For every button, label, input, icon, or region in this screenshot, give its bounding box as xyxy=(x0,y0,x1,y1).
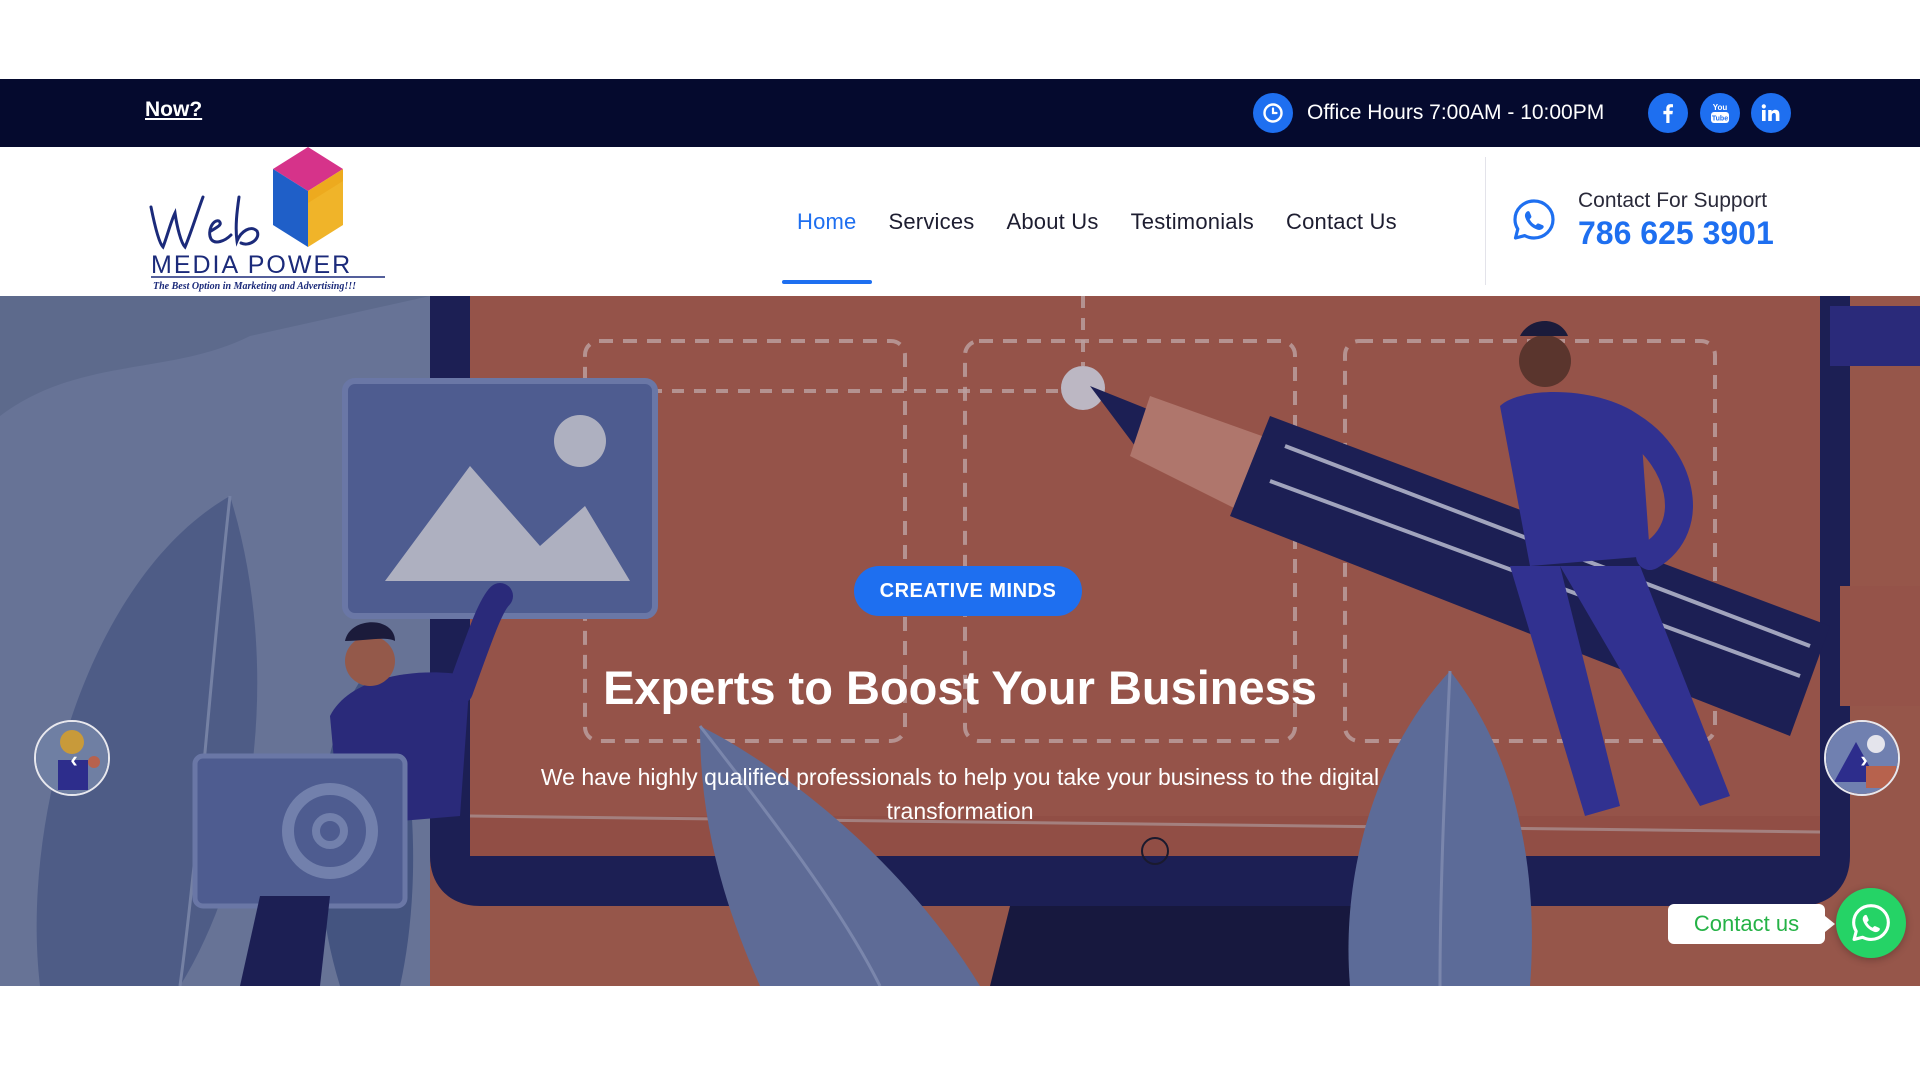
hero-overlay xyxy=(0,296,1920,986)
site-header: MEDIA POWER The Best Option in Marketing… xyxy=(0,147,1920,296)
nav-home[interactable]: Home xyxy=(782,147,871,296)
support-phone-link[interactable]: 786 625 3901 xyxy=(1578,215,1774,252)
site-logo[interactable]: MEDIA POWER The Best Option in Marketing… xyxy=(145,147,390,293)
whatsapp-float-button[interactable] xyxy=(1836,888,1906,958)
svg-text:Tube: Tube xyxy=(1712,116,1728,123)
svg-text:You: You xyxy=(1713,103,1728,112)
slider-prev-button[interactable]: ‹ xyxy=(34,720,110,796)
chevron-right-icon: › xyxy=(1860,747,1868,772)
hero-title: Experts to Boost Your Business xyxy=(603,661,1317,714)
whatsapp-icon[interactable] xyxy=(1511,197,1557,243)
nav-contact-us[interactable]: Contact Us xyxy=(1286,147,1397,296)
nav-testimonials[interactable]: Testimonials xyxy=(1131,147,1254,296)
hero-subtitle: We have highly qualified professionals t… xyxy=(540,764,1380,824)
contact-us-tooltip[interactable]: Contact us xyxy=(1668,904,1835,944)
top-bar: Now? Office Hours 7:00AM - 10:00PM You T… xyxy=(0,79,1920,147)
page: Now? Office Hours 7:00AM - 10:00PM You T… xyxy=(0,0,1920,1080)
main-nav: Home Services About Us Testimonials Cont… xyxy=(782,147,1429,296)
logo-tagline: The Best Option in Marketing and Adverti… xyxy=(153,281,356,292)
office-hours-text: Office Hours 7:00AM - 10:00PM xyxy=(1307,101,1605,124)
hero-slider: CREATIVE MINDS Experts to Boost Your Bus… xyxy=(0,296,1920,986)
hero-badge: CREATIVE MINDS xyxy=(854,566,1082,616)
support-label: Contact For Support xyxy=(1578,189,1768,212)
office-hours: Office Hours 7:00AM - 10:00PM xyxy=(1253,91,1604,135)
slider-dot[interactable] xyxy=(1141,837,1169,865)
facebook-icon[interactable] xyxy=(1648,93,1688,133)
header-divider xyxy=(1485,157,1486,285)
slider-next-button[interactable]: › xyxy=(1824,720,1900,796)
chevron-left-icon: ‹ xyxy=(70,747,78,772)
logo-brand-text: MEDIA POWER xyxy=(151,251,352,279)
nav-services[interactable]: Services xyxy=(889,147,975,296)
linkedin-icon[interactable] xyxy=(1751,93,1791,133)
topbar-now-link[interactable]: Now? xyxy=(145,98,202,122)
whatsapp-icon xyxy=(1852,904,1890,941)
nav-about-us[interactable]: About Us xyxy=(1006,147,1098,296)
youtube-icon[interactable]: You Tube xyxy=(1700,93,1740,133)
clock-icon xyxy=(1253,93,1293,133)
